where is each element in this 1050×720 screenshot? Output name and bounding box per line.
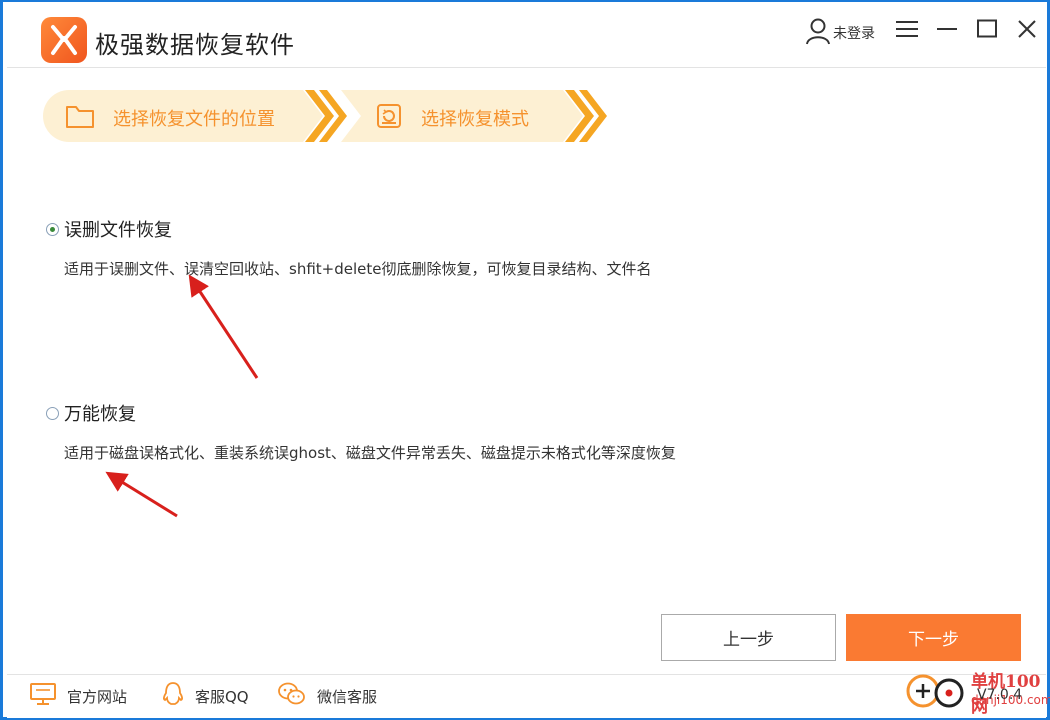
user-icon: [805, 17, 831, 49]
qq-support-label: 客服QQ: [195, 687, 249, 706]
qq-icon: [161, 681, 185, 711]
version-label: V7.0.4: [977, 687, 1023, 703]
annotation-arrow: [188, 274, 259, 379]
app-logo: [41, 17, 87, 63]
step-1-label: 选择恢复文件的位置: [113, 109, 275, 130]
official-website-label: 官方网站: [67, 687, 128, 706]
step-breadcrumb: 选择恢复文件的位置 选择恢复模式: [43, 90, 613, 142]
minimize-icon: [936, 19, 958, 43]
hamburger-icon: [895, 19, 919, 43]
login-label: 未登录: [833, 26, 875, 42]
annotation-arrow: [105, 471, 178, 518]
footer-bar: 官方网站 客服QQ 微信客服 单机100网 danji100.com V7.0.…: [7, 672, 1050, 718]
wechat-icon: [277, 681, 307, 711]
step-2-label: 选择恢复模式: [421, 109, 529, 130]
minimize-button[interactable]: [932, 16, 962, 46]
option-description: 适用于磁盘误格式化、重装系统误ghost、磁盘文件异常丢失、磁盘提示未格式化等深…: [64, 444, 676, 462]
next-step-button[interactable]: 下一步: [846, 614, 1021, 661]
prev-step-button[interactable]: 上一步: [661, 614, 836, 661]
option-title: 误删文件恢复: [64, 220, 172, 241]
maximize-icon: [976, 19, 998, 43]
restore-icon: [375, 102, 403, 134]
official-website-link[interactable]: 官方网站: [29, 683, 127, 709]
option-title: 万能恢复: [64, 404, 136, 425]
app-title: 极强数据恢复软件: [95, 31, 295, 59]
wechat-support-label: 微信客服: [317, 687, 378, 706]
login-button[interactable]: 未登录: [805, 18, 875, 48]
site-watermark: 单机100网 danji100.com: [905, 663, 1050, 717]
folder-icon: [65, 103, 95, 133]
app-window: 极强数据恢复软件 未登录 选择恢复文件的位置 选择恢复模式 误删文件恢复 适用于…: [0, 0, 1050, 720]
title-bar: 极强数据恢复软件 未登录: [7, 6, 1046, 68]
menu-button[interactable]: [892, 16, 922, 46]
close-button[interactable]: [1012, 16, 1042, 46]
radio-universal-recovery[interactable]: [46, 407, 59, 420]
close-icon: [1017, 19, 1037, 43]
watermark-logo-icon: [906, 674, 964, 708]
qq-support-link[interactable]: 客服QQ: [161, 681, 249, 711]
maximize-button[interactable]: [972, 16, 1002, 46]
option-description: 适用于误删文件、误清空回收站、shfit+delete彻底删除恢复，可恢复目录结…: [64, 260, 652, 278]
radio-deleted-file-recovery[interactable]: [46, 223, 59, 236]
monitor-icon: [29, 682, 57, 710]
wechat-support-link[interactable]: 微信客服: [277, 681, 378, 711]
